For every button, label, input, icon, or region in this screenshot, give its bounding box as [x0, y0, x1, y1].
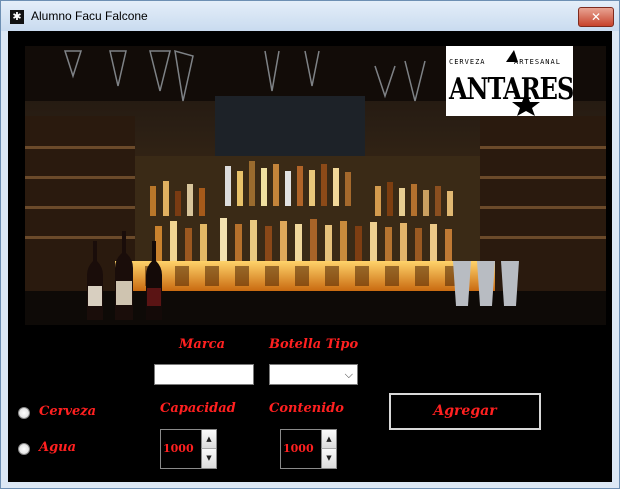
- agua-radio[interactable]: [18, 443, 30, 455]
- gear-icon[interactable]: ✱: [10, 10, 24, 24]
- capacidad-value[interactable]: 1000: [163, 442, 194, 455]
- capacidad-up-arrow-icon[interactable]: ▲: [201, 430, 216, 449]
- chevron-down-icon[interactable]: ⌵: [345, 368, 353, 382]
- marca-label: Marca: [179, 337, 226, 352]
- title-bar[interactable]: ✱ Alumno Facu Falcone ✕: [1, 1, 619, 31]
- contenido-value[interactable]: 1000: [283, 442, 314, 455]
- contenido-down-arrow-icon[interactable]: ▼: [321, 449, 336, 468]
- form-client-area: CERVEZA ARTESANAL ANTARES Marca Botella …: [8, 31, 612, 482]
- window-title: Alumno Facu Falcone: [31, 9, 148, 23]
- cerveza-label[interactable]: Cerveza: [39, 404, 96, 419]
- botella-tipo-select[interactable]: ⌵: [269, 364, 358, 385]
- antares-logo: CERVEZA ARTESANAL ANTARES: [446, 46, 573, 116]
- capacidad-stepper[interactable]: 1000 ▲ ▼: [160, 429, 217, 469]
- botella-tipo-label: Botella Tipo: [269, 337, 359, 352]
- app-window: ✱ Alumno Facu Falcone ✕ CERVEZA ARTESANA…: [0, 0, 620, 489]
- capacidad-down-arrow-icon[interactable]: ▼: [201, 449, 216, 468]
- close-button[interactable]: ✕: [578, 7, 614, 27]
- cerveza-radio[interactable]: [18, 407, 30, 419]
- agua-label[interactable]: Agua: [39, 440, 76, 455]
- marca-input[interactable]: [154, 364, 254, 385]
- contenido-stepper[interactable]: 1000 ▲ ▼: [280, 429, 337, 469]
- agregar-button[interactable]: Agregar: [389, 393, 541, 430]
- contenido-label: Contenido: [269, 401, 344, 416]
- logo-brand-text: ANTARES: [449, 70, 573, 107]
- contenido-up-arrow-icon[interactable]: ▲: [321, 430, 336, 449]
- capacidad-label: Capacidad: [160, 401, 236, 416]
